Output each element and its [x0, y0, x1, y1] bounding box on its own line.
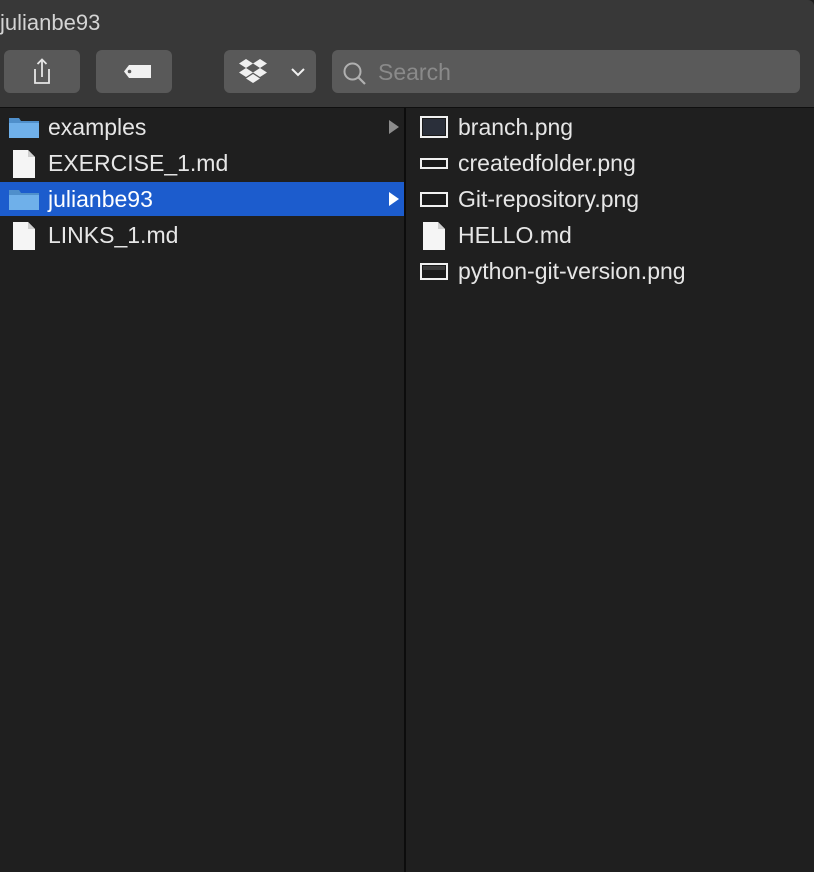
list-item-git-repository[interactable]: Git-repository.png [406, 182, 814, 216]
list-item-examples[interactable]: examples [0, 110, 404, 144]
image-thumbnail-icon [420, 116, 448, 138]
document-icon [423, 222, 445, 250]
dropbox-button[interactable] [224, 50, 316, 93]
image-thumbnail-icon [420, 158, 448, 169]
list-item-julianbe93[interactable]: julianbe93 [0, 182, 404, 216]
chevron-down-icon [291, 68, 305, 77]
image-thumbnail-icon [420, 192, 448, 207]
search-field[interactable]: Search [332, 50, 800, 93]
right-column: branch.png createdfolder.png Git-reposit… [406, 108, 814, 872]
folder-icon [9, 190, 39, 210]
list-item-label: branch.png [458, 114, 574, 140]
list-item-label: EXERCISE_1.md [48, 150, 229, 176]
list-item-links[interactable]: LINKS_1.md [0, 218, 404, 252]
list-item-label: createdfolder.png [458, 150, 636, 176]
list-item-label: Git-repository.png [458, 186, 640, 212]
list-item-branch[interactable]: branch.png [406, 110, 814, 144]
share-button[interactable] [4, 50, 80, 93]
list-item-label: python-git-version.png [458, 258, 686, 284]
folder-icon [9, 118, 39, 138]
list-item-label: julianbe93 [48, 186, 153, 212]
list-item-label: LINKS_1.md [48, 222, 179, 248]
tag-icon [124, 65, 151, 78]
chevron-right-icon [389, 120, 399, 134]
list-item-createdfolder[interactable]: createdfolder.png [406, 146, 814, 180]
tag-button[interactable] [96, 50, 172, 93]
dropbox-icon [239, 59, 267, 83]
toolbar: julianbe93 Search [0, 0, 814, 108]
search-icon [343, 62, 366, 85]
list-item-hello[interactable]: HELLO.md [406, 218, 814, 252]
image-thumbnail-icon [420, 263, 448, 280]
list-item-label: examples [48, 114, 147, 140]
list-item-python-git-version[interactable]: python-git-version.png [406, 254, 814, 288]
list-item-exercise[interactable]: EXERCISE_1.md [0, 146, 404, 180]
list-item-label: HELLO.md [458, 222, 572, 248]
left-column: examples EXERCISE_1.md julianbe93 LINKS_… [0, 108, 404, 872]
window-title: julianbe93 [0, 10, 101, 35]
search-input[interactable]: Search [378, 59, 451, 85]
document-icon [13, 222, 35, 250]
chevron-right-icon [389, 192, 399, 206]
share-icon [34, 58, 50, 84]
document-icon [13, 150, 35, 178]
